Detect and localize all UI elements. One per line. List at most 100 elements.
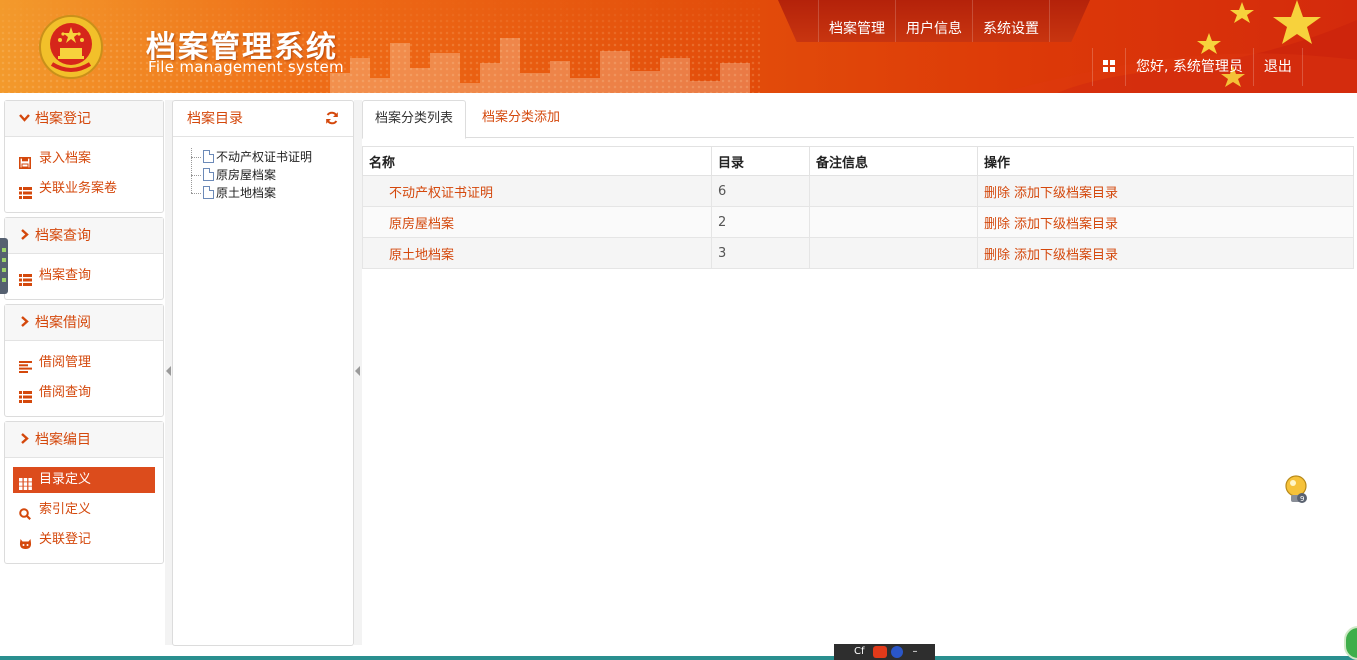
delete-link[interactable]: 删除 [984, 186, 1010, 201]
grid-icon [19, 474, 33, 490]
document-icon [203, 168, 214, 181]
bottom-bar [0, 656, 1357, 660]
chevron-right-icon [19, 305, 35, 341]
tree-node[interactable]: 原房屋档案 [191, 166, 353, 184]
column-header-remarks[interactable]: 备注信息 [809, 146, 978, 176]
archive-tree: 不动产权证书证明 原房屋档案 原土地档案 [173, 137, 353, 202]
sidebar-item-borrow-query[interactable]: 借阅查询 [13, 380, 155, 406]
user-bar: 您好, 系统管理员 退出 [1092, 48, 1303, 86]
sidebar-section-title: 档案登记 [35, 111, 91, 127]
cell-actions: 删除 添加下级档案目录 [977, 237, 1354, 269]
sidebar-section-header[interactable]: 档案登记 [5, 101, 163, 137]
sidebar-item-related-cases[interactable]: 关联业务案卷 [13, 176, 155, 202]
category-table: 名称 目录 备注信息 操作 不动产权证书证明 6 删除 添加下级档案目录 原房屋档… [362, 146, 1354, 269]
cell-remarks [809, 206, 978, 238]
list-icon [19, 387, 33, 403]
ime-label: Cf [854, 646, 865, 657]
collapse-arrow-icon [166, 366, 171, 376]
document-icon [203, 186, 214, 199]
table-header-row: 名称 目录 备注信息 操作 [362, 146, 1354, 176]
sidebar-item-borrow-management[interactable]: 借阅管理 [13, 350, 155, 376]
tree-panel-title: 档案目录 [187, 111, 243, 127]
sidebar-section-header[interactable]: 档案编目 [5, 422, 163, 458]
sidebar-section-header[interactable]: 档案借阅 [5, 305, 163, 341]
column-header-actions[interactable]: 操作 [977, 146, 1354, 176]
save-icon [19, 153, 33, 169]
apps-grid-icon [1103, 60, 1115, 72]
sidebar-item-directory-definition[interactable]: 目录定义 [13, 467, 155, 493]
cell-actions: 删除 添加下级档案目录 [977, 206, 1354, 238]
header-skyline [330, 38, 750, 93]
archive-tree-panel: 档案目录 不动产权证书证明 原房屋档案 原土地档案 [172, 100, 354, 646]
ime-toolbar[interactable]: Cf – [834, 644, 935, 660]
sidebar-item-label: 关联登记 [39, 532, 92, 547]
tree-splitter[interactable] [354, 100, 362, 645]
sidebar-item-archive-query[interactable]: 档案查询 [13, 263, 155, 289]
nav-system-settings[interactable]: 系统设置 [973, 0, 1050, 42]
app-subtitle: File management system [148, 58, 344, 76]
sidebar-section-title: 档案查询 [35, 228, 91, 244]
user-greeting[interactable]: 您好, 系统管理员 [1125, 48, 1253, 86]
tree-node-label: 原房屋档案 [216, 168, 277, 182]
tab-category-add[interactable]: 档案分类添加 [470, 100, 572, 138]
side-widget-tab[interactable] [0, 238, 8, 294]
tree-node-label: 不动产权证书证明 [216, 150, 313, 164]
add-subdirectory-link[interactable]: 添加下级档案目录 [1014, 248, 1118, 263]
sidebar-item-related-registration[interactable]: 关联登记 [13, 527, 155, 553]
tab-category-list[interactable]: 档案分类列表 [362, 100, 467, 139]
sidebar-section-catalog: 档案编目 目录定义 索引定义 关联登记 [4, 421, 164, 564]
top-nav: 档案管理 用户信息 系统设置 [778, 0, 1090, 42]
sidebar-section-query: 档案查询 档案查询 [4, 217, 164, 300]
cell-remarks [809, 175, 978, 207]
collapse-arrow-icon [355, 366, 360, 376]
delete-link[interactable]: 删除 [984, 248, 1010, 263]
sidebar-section-header[interactable]: 档案查询 [5, 218, 163, 254]
logout-button[interactable]: 退出 [1252, 48, 1303, 86]
sidebar-item-label: 借阅查询 [39, 385, 92, 400]
cell-actions: 删除 添加下级档案目录 [977, 175, 1354, 207]
column-header-directory[interactable]: 目录 [711, 146, 810, 176]
delete-link[interactable]: 删除 [984, 217, 1010, 232]
sidebar-item-label: 索引定义 [39, 502, 92, 517]
chevron-right-icon [19, 218, 35, 254]
align-left-icon [19, 357, 33, 373]
tree-node[interactable]: 不动产权证书证明 [191, 148, 353, 166]
sidebar-section-borrow: 档案借阅 借阅管理 借阅查询 [4, 304, 164, 417]
sidebar-item-index-definition[interactable]: 索引定义 [13, 497, 155, 523]
add-subdirectory-link[interactable]: 添加下级档案目录 [1014, 217, 1118, 232]
sidebar-item-enter-archive[interactable]: 录入档案 [13, 146, 155, 172]
sidebar-section-title: 档案借阅 [35, 315, 91, 331]
nav-archive-management[interactable]: 档案管理 [818, 0, 896, 42]
add-subdirectory-link[interactable]: 添加下级档案目录 [1014, 186, 1118, 201]
sogou-icon[interactable] [872, 646, 887, 658]
table-row: 原房屋档案 2 删除 添加下级档案目录 [362, 206, 1354, 238]
list-icon [19, 270, 33, 286]
tree-node[interactable]: 原土地档案 [191, 184, 353, 202]
cell-name[interactable]: 原房屋档案 [362, 206, 712, 238]
cell-remarks [809, 237, 978, 269]
national-emblem-icon [39, 15, 103, 79]
help-icon[interactable] [890, 646, 903, 658]
sidebar-section-registration: 档案登记 录入档案 关联业务案卷 [4, 100, 164, 213]
float-badge-icon[interactable] [1344, 626, 1357, 660]
cell-directory: 6 [711, 175, 810, 207]
nav-user-info[interactable]: 用户信息 [896, 0, 973, 42]
minimize-icon[interactable]: – [913, 644, 918, 660]
column-header-name[interactable]: 名称 [362, 146, 712, 176]
list-icon [19, 183, 33, 199]
cell-name[interactable]: 不动产权证书证明 [362, 175, 712, 207]
chevron-right-icon [19, 422, 35, 458]
main-content: 档案分类列表 档案分类添加 名称 目录 备注信息 操作 不动产权证书证明 6 删… [362, 100, 1354, 269]
refresh-icon[interactable] [325, 111, 339, 125]
sidebar-item-label: 录入档案 [39, 151, 92, 166]
app-header: 档案管理系统 File management system 档案管理 用户信息 … [0, 0, 1357, 93]
cell-name[interactable]: 原土地档案 [362, 237, 712, 269]
tree-node-label: 原土地档案 [216, 186, 277, 200]
github-icon [19, 534, 33, 549]
lightbulb-icon[interactable]: 9 [1282, 474, 1310, 506]
sidebar: 档案登记 录入档案 关联业务案卷 档案查询 档案查询 档案借阅 借阅管理 借阅查… [4, 100, 164, 568]
sidebar-section-title: 档案编目 [35, 432, 91, 448]
apps-button[interactable] [1092, 48, 1125, 86]
cell-directory: 2 [711, 206, 810, 238]
svg-text:9: 9 [1300, 495, 1304, 503]
